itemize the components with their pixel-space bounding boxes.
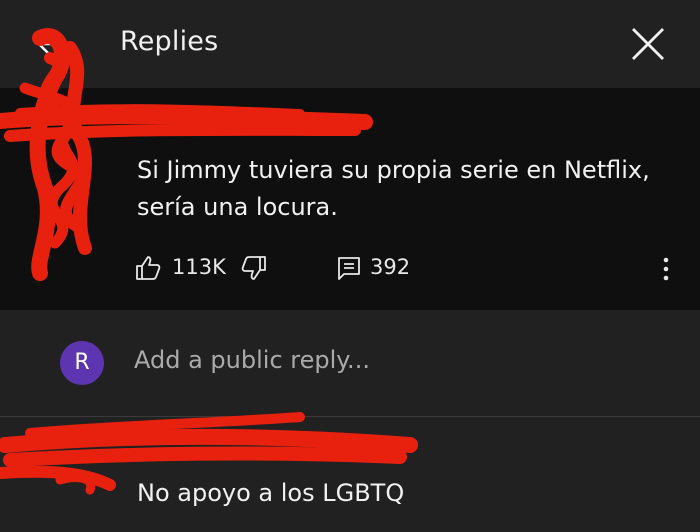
- reply-comment: No apoyo a los LGBTQ: [0, 417, 700, 532]
- comment-icon[interactable]: [336, 255, 362, 281]
- thumb-up-icon[interactable]: [134, 254, 162, 282]
- reply-text: No apoyo a los LGBTQ: [137, 479, 405, 507]
- comment-actions: 113K 392: [0, 250, 700, 286]
- page-title: Replies: [120, 26, 219, 57]
- arrow-back-icon[interactable]: [30, 22, 74, 66]
- replies-header: Replies: [0, 0, 700, 88]
- avatar: R: [60, 341, 104, 385]
- reply-input[interactable]: [134, 346, 654, 374]
- like-count: 113K: [172, 255, 226, 279]
- parent-comment: Si Jimmy tuviera su propia serie en Netf…: [0, 88, 700, 310]
- more-vert-icon[interactable]: [660, 256, 672, 282]
- close-icon[interactable]: [626, 22, 670, 66]
- add-reply-row: R: [0, 310, 700, 417]
- reply-count: 392: [370, 255, 411, 279]
- comment-text: Si Jimmy tuviera su propia serie en Netf…: [137, 156, 650, 221]
- thumb-down-icon[interactable]: [240, 254, 268, 282]
